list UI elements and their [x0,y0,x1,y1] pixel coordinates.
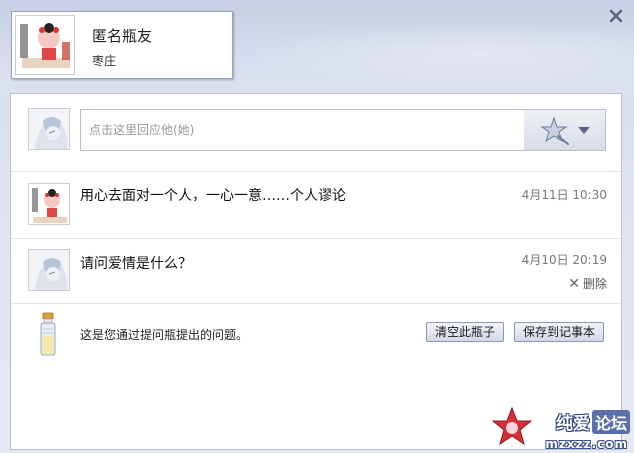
list-item: 用心去面对一个人，一心一意……个人谬论 4月11日 10:30 [11,171,621,238]
clear-bottle-button[interactable]: 清空此瓶子 [426,322,505,342]
star-wand-icon [540,116,590,145]
watermark-url: mzxzz.com [545,437,628,451]
profile-location: 枣庄 [92,54,117,68]
delete-label: 删除 [582,277,607,291]
sender-avatar [28,183,70,225]
forum-watermark: 纯爱 论坛 mzxzz.com [492,406,632,452]
delete-button[interactable]: ✕ 删除 [568,275,607,292]
reply-row [11,94,621,171]
close-icon[interactable] [608,8,624,24]
message-text: 请问爱情是什么？ [80,256,192,272]
message-time: 4月11日 10:30 [521,188,607,202]
profile-name: 匿名瓶友 [92,27,153,45]
list-item: 请问爱情是什么？ 4月10日 20:19 ✕ 删除 [11,238,621,303]
reply-input[interactable] [80,109,525,151]
bottle-panel: 用心去面对一个人，一心一意……个人谬论 4月11日 10:30 请问爱情是什么？… [10,93,622,450]
emoji-picker-button[interactable] [524,109,606,151]
save-to-notepad-button[interactable]: 保存到记事本 [514,322,605,342]
profile-avatar [15,15,75,75]
my-avatar [28,108,70,150]
bottle-icon [40,312,56,356]
message-time: 4月10日 20:19 [521,253,607,267]
profile-card: 匿名瓶友 枣庄 [11,11,233,79]
star-logo-icon [492,406,532,446]
panel-footer: 这是您通过提问瓶提出的问题。 清空此瓶子 保存到记事本 [11,303,621,363]
watermark-forum: 论坛 [591,410,630,434]
footer-text: 这是您通过提问瓶提出的问题。 [80,328,249,342]
my-avatar [28,249,70,291]
x-icon: ✕ [568,275,580,292]
message-text: 用心去面对一个人，一心一意……个人谬论 [80,188,346,204]
watermark-name: 纯爱 [556,414,590,434]
